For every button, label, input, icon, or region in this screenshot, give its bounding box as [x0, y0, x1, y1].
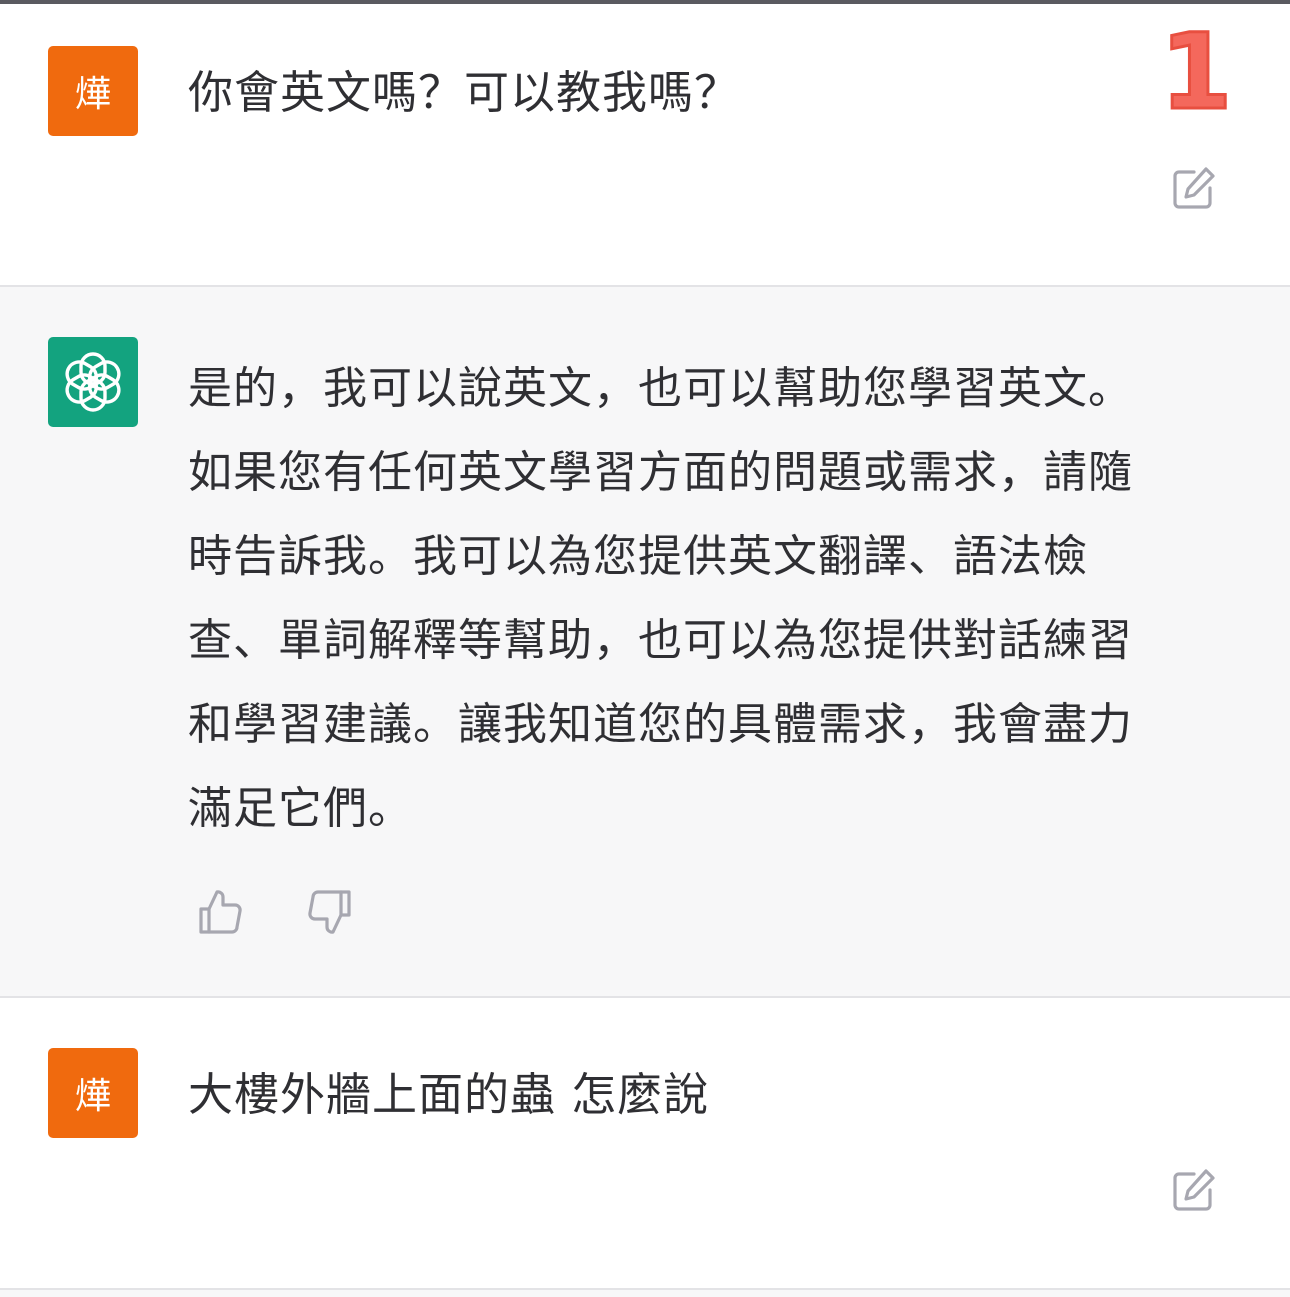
thumbs-down-icon [308, 890, 351, 934]
edit-message-button[interactable] [1170, 166, 1216, 212]
thumbs-down-button[interactable] [305, 887, 353, 937]
assistant-avatar [48, 337, 138, 427]
assistant-text-line: 查、單詞解釋等幫助，也可以為您提供對話練習 [188, 615, 1133, 666]
assistant-message-text: 是的，我可以說英文，也可以幫助您學習英文。 如果您有任何英文學習方面的問題或需求… [188, 347, 1228, 851]
annotation-badge: 1 [1159, 11, 1234, 133]
user-message-2: 燁 大樓外牆上面的蟲 怎麼說 [0, 998, 1290, 1290]
assistant-text-line: 和學習建議。讓我知道您的具體需求，我會盡力 [188, 699, 1133, 750]
user-avatar: 燁 [48, 46, 138, 136]
openai-logo-icon [65, 352, 121, 412]
user-message-text: 你會英文嗎？可以教我嗎？ [188, 66, 741, 119]
bottom-strip [0, 1290, 1290, 1297]
edit-message-button[interactable] [1170, 1168, 1216, 1214]
assistant-text-line: 時告訴我。我可以為您提供英文翻譯、語法檢 [188, 531, 1088, 582]
assistant-message: 是的，我可以說英文，也可以幫助您學習英文。 如果您有任何英文學習方面的問題或需求… [0, 287, 1290, 998]
user-message-text: 大樓外牆上面的蟲 怎麼說 [188, 1068, 710, 1121]
thumbs-up-button[interactable] [197, 887, 245, 937]
thumbs-up-icon [199, 890, 242, 934]
edit-icon [1173, 1169, 1215, 1211]
user-avatar: 燁 [48, 1048, 138, 1138]
assistant-text-line: 如果您有任何英文學習方面的問題或需求，請隨 [188, 447, 1133, 498]
assistant-text-line: 是的，我可以說英文，也可以幫助您學習英文。 [188, 363, 1133, 414]
assistant-text-line: 滿足它們。 [188, 783, 413, 834]
edit-icon [1173, 167, 1215, 209]
user-message-1: 燁 你會英文嗎？可以教我嗎？ 1 [0, 4, 1290, 287]
